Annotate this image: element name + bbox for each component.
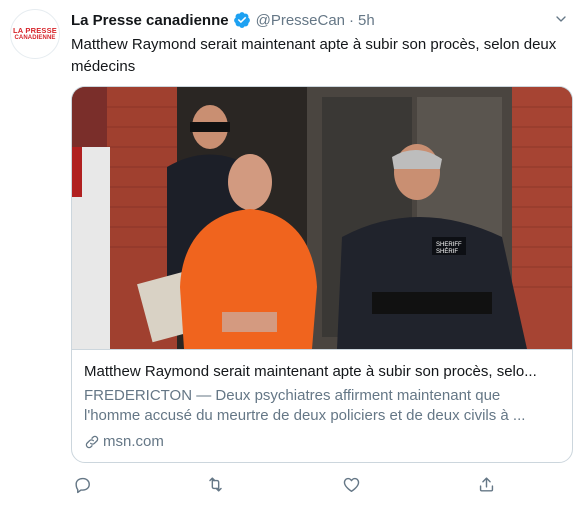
like-button[interactable] (340, 473, 362, 495)
reply-button[interactable] (71, 473, 93, 495)
card-description-line-2: l'homme accusé du meurtre de deux polici… (84, 407, 526, 424)
link-icon (85, 435, 99, 449)
author-name[interactable]: La Presse canadienne (71, 12, 229, 29)
card-body[interactable]: Matthew Raymond serait maintenant apte à… (72, 349, 572, 462)
card-domain-text: msn.com (103, 433, 164, 450)
card-photo: SHERIFF SHÉRIF (72, 87, 572, 349)
like-icon (343, 477, 359, 492)
chevron-down-icon[interactable] (553, 11, 569, 27)
share-button[interactable] (475, 473, 497, 495)
link-card[interactable]: SHERIFF SHÉRIF Matthew Raymond serait ma… (71, 86, 573, 463)
tweet-header: La Presse canadienne @PresseCan · 5h (71, 9, 375, 31)
reply-icon (74, 477, 90, 493)
card-description-line-1: FREDERICTON — Deux psychiatres affirment… (84, 387, 501, 404)
svg-text:SHERIFF: SHERIFF (436, 242, 462, 248)
share-icon (479, 476, 493, 492)
tweet-text: Matthew Raymond serait maintenant apte à… (71, 36, 557, 75)
avatar-line-2: CANADIENNE (14, 34, 56, 41)
tweet-actions (71, 473, 511, 497)
card-domain[interactable]: msn.com (84, 432, 164, 452)
card-description: FREDERICTON — Deux psychiatres affirment… (84, 386, 562, 426)
timestamp[interactable]: 5h (358, 12, 375, 29)
card-title[interactable]: Matthew Raymond serait maintenant apte à… (84, 362, 562, 382)
tweet[interactable]: LA PRESSE CANADIENNE La Presse canadienn… (0, 0, 580, 505)
retweet-button[interactable] (204, 473, 226, 495)
author-handle[interactable]: @PresseCan (256, 12, 345, 29)
separator-dot: · (349, 11, 355, 29)
verified-badge-icon (233, 12, 250, 28)
retweet-icon (208, 476, 222, 492)
avatar[interactable]: LA PRESSE CANADIENNE (10, 9, 60, 59)
avatar-line-1: LA PRESSE (12, 25, 58, 35)
svg-text:SHÉRIF: SHÉRIF (436, 248, 458, 255)
